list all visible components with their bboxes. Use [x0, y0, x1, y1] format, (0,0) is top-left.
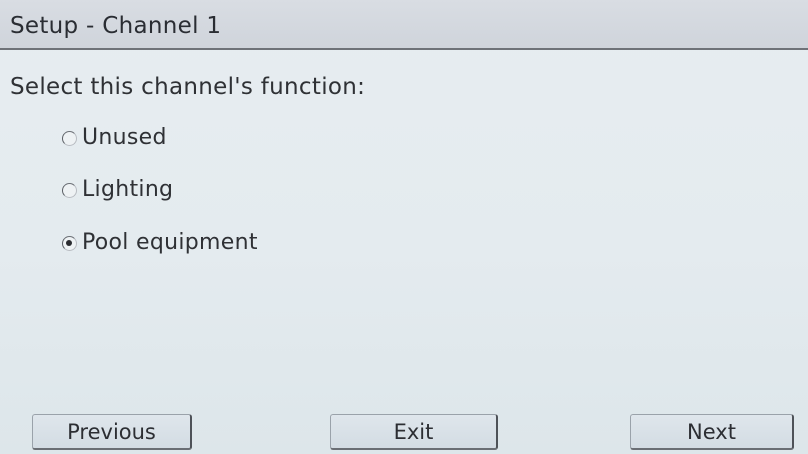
radio-pool-equipment[interactable] [62, 235, 77, 251]
exit-button[interactable]: Exit [330, 414, 498, 450]
previous-button[interactable]: Previous [32, 414, 192, 450]
option-pool-equipment[interactable]: Pool equipment [62, 227, 258, 257]
option-unused[interactable]: Unused [62, 122, 167, 152]
option-lighting-label: Lighting [82, 176, 174, 202]
option-unused-label: Unused [82, 124, 167, 150]
option-pool-equipment-label: Pool equipment [82, 229, 258, 255]
radio-lighting[interactable] [62, 182, 77, 198]
next-button[interactable]: Next [630, 414, 794, 450]
radio-unused[interactable] [62, 130, 77, 146]
option-lighting[interactable]: Lighting [62, 174, 173, 204]
window-title: Setup - Channel 1 [10, 13, 222, 39]
setup-screen: Setup - Channel 1 Select this channel's … [0, 0, 808, 454]
function-prompt: Select this channel's function: [10, 74, 366, 100]
title-bar: Setup - Channel 1 [0, 0, 808, 50]
